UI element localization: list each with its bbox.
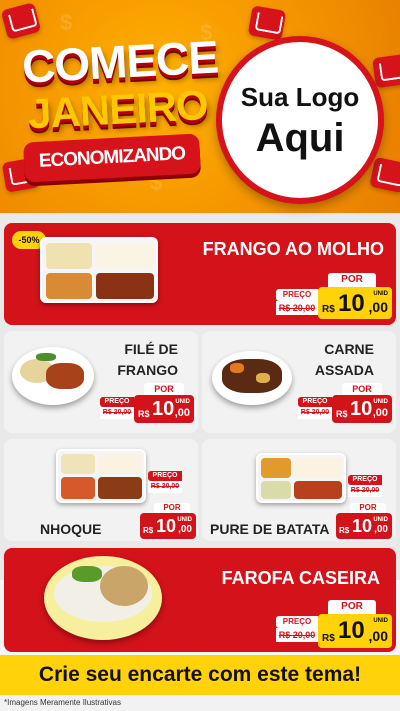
price-label: PREÇO bbox=[276, 289, 318, 301]
logo-text-line-1: Sua Logo bbox=[240, 82, 360, 112]
product-name: CARNE ASSADA bbox=[314, 341, 374, 378]
title-line-3: ECONOMIZANDO bbox=[23, 133, 201, 183]
header-banner: $ $ $ $ COMECE JANEIRO ECONOMIZANDO Sua … bbox=[0, 0, 400, 213]
shopping-basket-icon bbox=[369, 156, 400, 194]
price-tag: POR R$ 10 UNID ,00 bbox=[140, 503, 196, 539]
product-name: PURE DE BATATA bbox=[210, 521, 330, 537]
price-label: PREÇO bbox=[298, 397, 332, 407]
price-label: PREÇO bbox=[100, 397, 134, 407]
product-card-nhoque[interactable]: NHOQUE PREÇO R$ 20,00 POR R$ 10 UNID ,00 bbox=[4, 439, 198, 541]
food-image bbox=[12, 347, 94, 405]
current-price: R$ 10 UNID ,00 bbox=[140, 513, 196, 539]
por-label: POR bbox=[328, 273, 376, 287]
por-label: POR bbox=[328, 600, 376, 614]
current-price: R$ 10 UNID ,00 bbox=[318, 287, 392, 319]
price-tag: POR R$ 10 UNID ,00 bbox=[336, 503, 392, 539]
current-price: R$ 10 UNID ,00 bbox=[336, 513, 392, 539]
product-card-frango-ao-molho[interactable]: -50% FRANGO AO MOLHO PREÇO R$ 20,00 POR … bbox=[4, 223, 396, 325]
product-name: FAROFA CASEIRA bbox=[221, 568, 380, 588]
product-card-farofa-caseira[interactable]: FAROFA CASEIRA PREÇO R$ 20,00 POR R$ 10 … bbox=[4, 548, 396, 652]
cta-banner[interactable]: Crie seu encarte com este tema! bbox=[0, 655, 400, 695]
price-tag: PREÇO R$ 20,00 POR R$ 10 UNID ,00 bbox=[298, 383, 392, 425]
old-price: R$ 20,00 bbox=[298, 407, 332, 419]
current-price: R$ 10 UNID ,00 bbox=[332, 395, 392, 423]
product-card-carne-assada[interactable]: CARNE ASSADA PREÇO R$ 20,00 POR R$ 10 UN… bbox=[202, 331, 396, 433]
footer-disclaimer: *Imagens Meramente Ilustrativas bbox=[0, 695, 400, 711]
por-label: POR bbox=[154, 503, 190, 513]
por-label: POR bbox=[350, 503, 386, 513]
old-price: R$ 20,00 bbox=[100, 407, 134, 419]
old-price: R$ 20,00 bbox=[276, 301, 318, 315]
campaign-title: COMECE JANEIRO ECONOMIZANDO bbox=[18, 30, 219, 195]
old-price: R$ 20,00 bbox=[148, 481, 182, 493]
price-tag: PREÇO R$ 20,00 POR R$ 10 UNID ,00 bbox=[276, 600, 392, 648]
food-image bbox=[44, 556, 162, 640]
price-old-tag: PREÇO R$ 20,00 bbox=[148, 471, 194, 495]
flyer-page: $ $ $ $ COMECE JANEIRO ECONOMIZANDO Sua … bbox=[0, 0, 400, 711]
logo-text-line-2: Aqui bbox=[255, 116, 345, 160]
price-old-tag: PREÇO R$ 20,00 bbox=[348, 475, 394, 499]
product-name: NHOQUE bbox=[40, 521, 102, 537]
por-label: POR bbox=[144, 383, 184, 395]
product-name: FILÉ DE FRANGO bbox=[117, 341, 178, 378]
food-image bbox=[56, 449, 146, 503]
shopping-basket-icon bbox=[247, 5, 287, 41]
product-card-file-de-frango[interactable]: FILÉ DE FRANGO PREÇO R$ 20,00 POR R$ 10 … bbox=[4, 331, 198, 433]
price-label: PREÇO bbox=[148, 471, 182, 481]
title-line-2: JANEIRO bbox=[26, 81, 209, 138]
current-price: R$ 10 UNID ,00 bbox=[318, 614, 392, 648]
product-card-pure-de-batata[interactable]: PURE DE BATATA PREÇO R$ 20,00 POR R$ 10 … bbox=[202, 439, 396, 541]
food-image bbox=[256, 453, 346, 503]
price-label: PREÇO bbox=[276, 616, 318, 628]
logo-placeholder: Sua Logo Aqui bbox=[216, 36, 384, 204]
old-price: R$ 20,00 bbox=[276, 628, 318, 642]
current-price: R$ 10 UNID ,00 bbox=[134, 395, 194, 423]
por-label: POR bbox=[342, 383, 382, 395]
price-tag: PREÇO R$ 20,00 POR R$ 10 UNID ,00 bbox=[276, 273, 392, 319]
old-price: R$ 20,00 bbox=[348, 485, 382, 497]
product-name: FRANGO AO MOLHO bbox=[202, 239, 384, 259]
price-tag: PREÇO R$ 20,00 POR R$ 10 UNID ,00 bbox=[100, 383, 194, 425]
food-image bbox=[212, 351, 292, 405]
price-label: PREÇO bbox=[348, 475, 382, 485]
food-image bbox=[40, 237, 158, 303]
